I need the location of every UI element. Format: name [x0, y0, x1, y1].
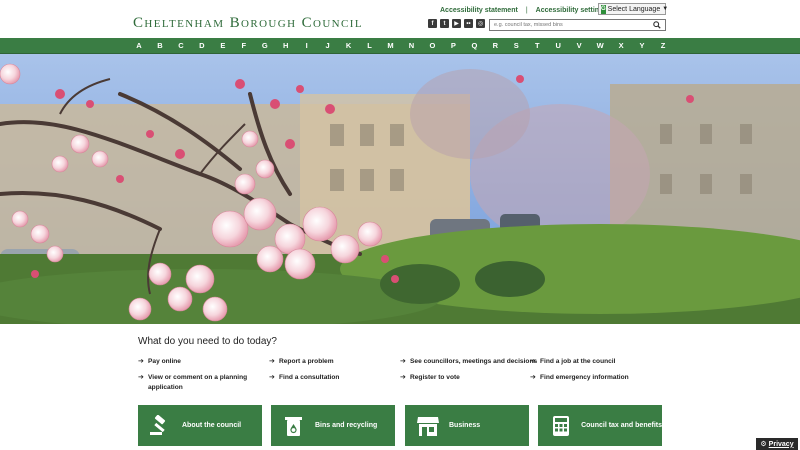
calculator-icon [548, 414, 573, 438]
az-letter-d[interactable]: D [196, 38, 208, 54]
card-label: Business [449, 422, 481, 429]
az-letter-e[interactable]: E [217, 38, 229, 54]
arrow-right-icon: ➔ [269, 374, 275, 381]
az-letter-a[interactable]: A [133, 38, 145, 54]
az-letter-l[interactable]: L [364, 38, 376, 54]
accessibility-settings-link[interactable]: Accessibility settings [536, 7, 608, 14]
task-label: Find a job at the council [540, 358, 616, 365]
accessibility-statement-link[interactable]: Accessibility statement [440, 7, 518, 14]
task-label: Register to vote [410, 374, 460, 381]
az-letter-s[interactable]: S [510, 38, 522, 54]
az-letter-b[interactable]: B [154, 38, 166, 54]
flickr-icon[interactable]: •• [464, 19, 473, 28]
az-letter-o[interactable]: O [426, 38, 438, 54]
task-label: Find emergency information [540, 374, 629, 381]
az-letter-u[interactable]: U [552, 38, 564, 54]
arrow-right-icon: ➔ [530, 358, 536, 365]
az-letter-k[interactable]: K [343, 38, 355, 54]
card-about-the-council[interactable]: About the council [138, 405, 262, 446]
gavel-icon [148, 414, 174, 438]
task-label: Find a consultation [279, 374, 340, 381]
select-language-button[interactable]: G Select Language ▼ [598, 3, 669, 15]
link-separator: | [525, 6, 528, 14]
twitter-icon[interactable]: t [440, 19, 449, 28]
az-letter-x[interactable]: X [615, 38, 627, 54]
az-letter-t[interactable]: T [531, 38, 543, 54]
site-logo[interactable]: Cheltenham Borough Council [133, 15, 363, 32]
search-icon[interactable] [650, 20, 664, 30]
task-label: Pay online [148, 358, 181, 365]
az-letter-f[interactable]: F [238, 38, 250, 54]
chevron-down-icon: ▼ [662, 6, 669, 12]
card-label: Bins and recycling [315, 422, 378, 429]
privacy-button[interactable]: ⚙ Privacy [756, 438, 798, 450]
az-letter-z[interactable]: Z [657, 38, 669, 54]
select-language-label: Select Language [607, 5, 661, 13]
card-bins-and-recycling[interactable]: Bins and recycling [271, 405, 395, 446]
az-letter-j[interactable]: J [322, 38, 334, 54]
youtube-icon[interactable]: ▶ [452, 19, 461, 28]
task-label: Report a problem [279, 358, 334, 365]
card-label: Council tax and benefits [581, 422, 662, 429]
arrow-right-icon: ➔ [138, 358, 144, 365]
privacy-label: Privacy [768, 440, 794, 448]
arrow-right-icon: ➔ [530, 374, 536, 381]
gear-icon: ⚙ [760, 441, 767, 448]
facebook-icon[interactable]: f [428, 19, 437, 28]
cherry-blossom-photo [0, 54, 800, 324]
az-letter-w[interactable]: W [594, 38, 606, 54]
card-council-tax-and-benefits[interactable]: Council tax and benefits [538, 405, 662, 446]
site-header: Cheltenham Borough Council Accessibility… [0, 0, 800, 38]
tasks-heading: What do you need to do today? [138, 336, 277, 347]
arrow-right-icon: ➔ [400, 374, 406, 381]
recycle-bin-icon [281, 414, 307, 438]
az-letter-v[interactable]: V [573, 38, 585, 54]
az-letter-i[interactable]: I [301, 38, 313, 54]
instagram-icon[interactable]: ◎ [476, 19, 485, 28]
top-links: Accessibility statement | Accessibility … [440, 4, 607, 16]
az-letter-r[interactable]: R [489, 38, 501, 54]
az-letter-q[interactable]: Q [468, 38, 480, 54]
arrow-right-icon: ➔ [269, 358, 275, 365]
arrow-right-icon: ➔ [138, 374, 144, 381]
search-input[interactable] [490, 20, 650, 30]
az-letter-c[interactable]: C [175, 38, 187, 54]
search-box [489, 19, 666, 31]
card-label: About the council [182, 422, 242, 429]
a-z-navigation: ABCDEFGHIJKLMNOPQRSTUVWXYZ [0, 38, 800, 54]
shop-icon [415, 414, 441, 438]
az-letter-h[interactable]: H [280, 38, 292, 54]
task-label: View or comment on a planning application [148, 374, 248, 391]
az-letter-g[interactable]: G [259, 38, 271, 54]
az-letter-y[interactable]: Y [636, 38, 648, 54]
arrow-right-icon: ➔ [400, 358, 406, 365]
social-links: f t ▶ •• ◎ [428, 19, 485, 28]
card-business[interactable]: Business [405, 405, 529, 446]
az-letter-p[interactable]: P [447, 38, 459, 54]
google-translate-icon: G [601, 4, 606, 14]
az-letter-m[interactable]: M [385, 38, 397, 54]
az-letter-n[interactable]: N [405, 38, 417, 54]
task-label: See councillors, meetings and decisions [410, 358, 538, 365]
hero-image [0, 54, 800, 324]
